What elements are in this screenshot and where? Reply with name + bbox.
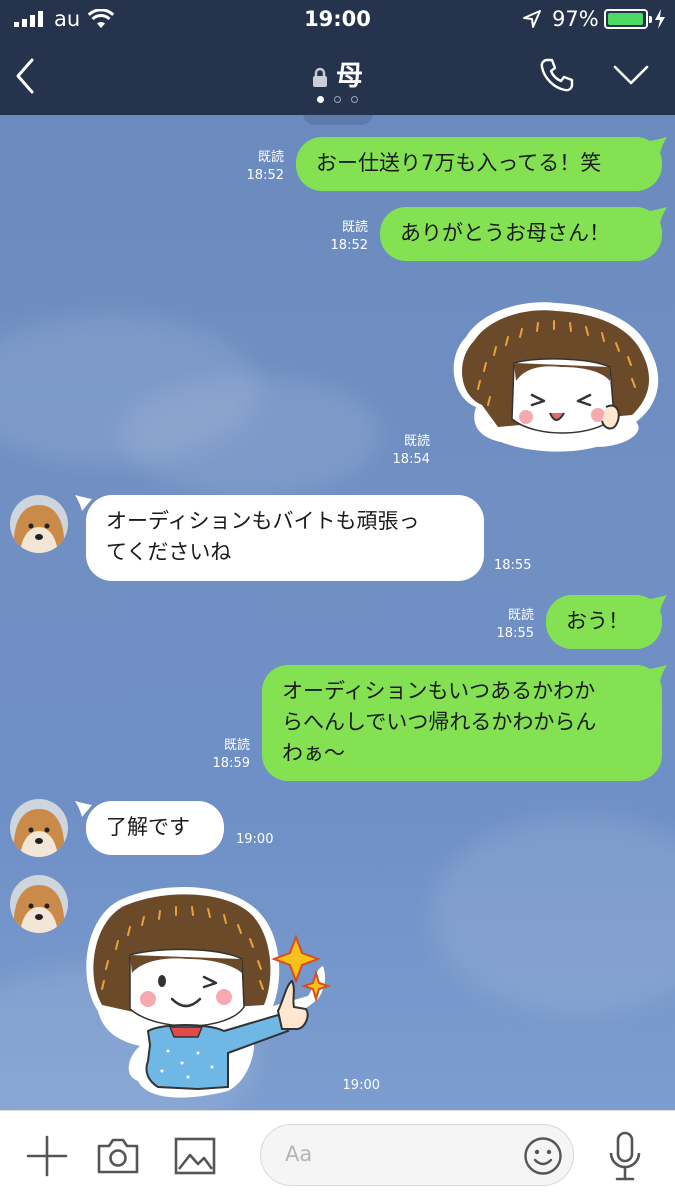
page-dot	[351, 96, 358, 103]
message-text: 了解です	[106, 815, 190, 839]
bubble-tail	[650, 595, 667, 611]
bubble-tail	[75, 801, 92, 817]
camera-icon[interactable]	[96, 1137, 140, 1175]
chat-area[interactable]: 既読 18:52 おー仕送り7万も入ってる！笑 既読 18:52 ありがとうお母さん…	[0, 115, 675, 1110]
page-dot	[317, 96, 324, 103]
read-receipt: 既読 18:55	[496, 608, 534, 641]
phone-call-icon[interactable]	[538, 56, 576, 94]
shiba-dog-avatar-icon	[10, 875, 68, 933]
page-dot	[334, 96, 341, 103]
message-bubble-sent[interactable]: おー仕送り7万も入ってる！笑	[296, 137, 662, 191]
message-bubble-sent[interactable]: オーディションもいつあるかわか らへんしでいつ帰れるかわからん わぁ〜	[262, 665, 662, 781]
message-text: わぁ〜	[282, 741, 345, 765]
shiba-dog-avatar-icon	[10, 799, 68, 857]
message-text: ありがとうお母さん！	[400, 221, 610, 245]
contact-avatar[interactable]	[10, 799, 68, 857]
chevron-down-icon[interactable]	[612, 64, 650, 86]
top-bar: au 19:00 97% 母	[0, 0, 675, 115]
lock-icon	[313, 67, 327, 87]
battery-fill	[608, 13, 643, 25]
chat-header: 母	[0, 40, 675, 115]
page-indicator	[0, 96, 675, 103]
message-time: 19:00	[236, 832, 274, 847]
bubble-tail	[650, 665, 667, 681]
girl-wink-happy-sticker[interactable]	[446, 297, 668, 455]
message-text: オーディションもいつあるかわか	[282, 679, 596, 703]
message-input[interactable]: Aa	[260, 1124, 574, 1186]
input-placeholder: Aa	[285, 1142, 313, 1166]
message-text: おー仕送り7万も入ってる！笑	[316, 151, 602, 175]
read-receipt: 既読 18:54	[392, 434, 430, 467]
read-receipt: 既読 18:59	[212, 738, 250, 771]
bubble-tail	[650, 207, 667, 223]
message-bubble-received[interactable]: 了解です	[86, 801, 224, 855]
message-input-bar: Aa	[0, 1110, 675, 1200]
previous-bubble-edge	[303, 115, 373, 125]
location-arrow-icon	[523, 10, 541, 28]
read-receipt: 既読 18:52	[330, 220, 368, 253]
status-bar: au 19:00 97%	[0, 0, 675, 38]
message-time: 19:00	[342, 1078, 380, 1093]
microphone-icon[interactable]	[608, 1131, 642, 1183]
message-text: おう！	[566, 609, 629, 633]
message-time: 18:55	[494, 558, 532, 573]
contact-avatar[interactable]	[10, 495, 68, 553]
message-text: オーディションもバイトも頑張っ	[106, 509, 420, 533]
plus-icon[interactable]	[26, 1135, 68, 1177]
battery-percent: 97%	[552, 7, 599, 31]
emoji-smile-icon[interactable]	[523, 1136, 563, 1176]
message-bubble-sent[interactable]: ありがとうお母さん！	[380, 207, 662, 261]
charging-bolt-icon	[655, 9, 665, 29]
read-receipt: 既読 18:52	[246, 150, 284, 183]
contact-avatar[interactable]	[10, 875, 68, 933]
battery-icon	[604, 9, 652, 29]
bubble-tail	[75, 495, 92, 511]
bubble-tail	[650, 137, 667, 153]
message-bubble-received[interactable]: オーディションもバイトも頑張っ てくださいね	[86, 495, 484, 581]
shiba-dog-avatar-icon	[10, 495, 68, 553]
message-text: てくださいね	[106, 540, 232, 564]
girl-thumbs-up-sticker[interactable]	[78, 881, 340, 1101]
image-gallery-icon[interactable]	[174, 1137, 216, 1175]
message-bubble-sent[interactable]: おう！	[546, 595, 662, 649]
contact-name: 母	[336, 61, 363, 92]
message-text: らへんしでいつ帰れるかわからん	[282, 710, 597, 734]
